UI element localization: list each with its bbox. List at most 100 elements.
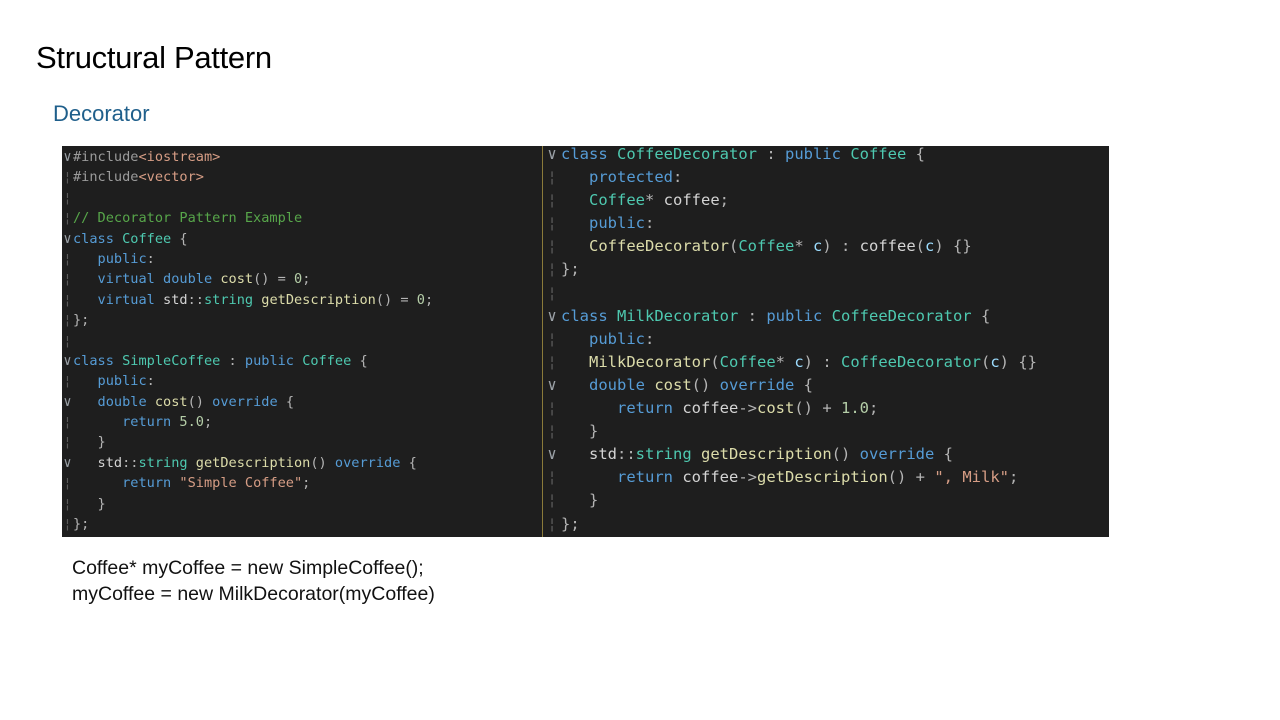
code-token: }; (73, 312, 90, 329)
code-token: Coffee (850, 146, 907, 163)
code-token: <iostream> (138, 149, 221, 165)
code-token: ) {} (999, 352, 1037, 371)
code-token: ; (302, 475, 311, 492)
indent-guide: ¦ (547, 352, 557, 371)
code-token: string (138, 454, 196, 471)
code-line: ¦ (62, 331, 542, 351)
code-token: { (277, 393, 295, 410)
code-token: Coffee (719, 352, 776, 371)
indent-guide: ¦ (63, 291, 72, 308)
code-token: public (766, 306, 832, 325)
code-line: ¦ virtual std::string getDescription() =… (62, 290, 542, 310)
code-token: { (400, 454, 417, 471)
code-line: ∨ std::string getDescription() override … (543, 443, 1109, 466)
code-line: ¦ return coffee->getDescription() + ", M… (543, 466, 1109, 489)
chevron-down-icon[interactable]: ∨ (62, 229, 73, 249)
code-token: }; (73, 516, 90, 533)
indent-guide: ¦ (63, 373, 72, 390)
code-token: ( (915, 237, 926, 256)
chevron-down-icon[interactable]: ∨ (62, 351, 73, 371)
indent-guide: ¦ (63, 495, 72, 512)
code-line: ¦ } (62, 432, 542, 452)
code-token: public (244, 352, 303, 369)
code-token: public (784, 146, 851, 163)
code-line: ¦ public: (62, 371, 542, 391)
code-token: c (990, 352, 1000, 371)
code-token: #include (73, 169, 139, 186)
code-token: CoffeeDecorator (841, 352, 981, 371)
code-token: * (794, 237, 813, 256)
code-token: "Simple Coffee" (179, 475, 303, 492)
code-token: MilkDecorator (617, 306, 739, 325)
code-token: CoffeeDecorator (831, 306, 972, 325)
code-token: 1.0 (841, 399, 869, 418)
code-token: 5.0 (179, 414, 204, 431)
code-token: : (738, 306, 767, 325)
code-line: ∨#include<iostream> (62, 147, 542, 167)
code-line: ¦ } (543, 420, 1109, 443)
code-line: ¦ Coffee* coffee; (543, 189, 1109, 212)
code-line: ¦ virtual double cost() = 0; (62, 269, 542, 289)
chevron-down-icon[interactable]: ∨ (62, 147, 73, 167)
indent-guide: ¦ (63, 516, 72, 533)
indent-guide: ¦ (63, 434, 72, 451)
code-line: ∨ double cost() override { (543, 374, 1109, 397)
code-token: } (561, 491, 599, 510)
code-line: ¦ MilkDecorator(Coffee* c) : CoffeeDecor… (543, 351, 1109, 374)
chevron-down-icon[interactable]: ∨ (543, 374, 561, 397)
code-token: : (146, 373, 155, 390)
indent-guide: ¦ (547, 283, 557, 302)
code-token: override (212, 393, 278, 410)
code-token: c (813, 237, 823, 256)
code-line: ¦ return "Simple Coffee"; (62, 473, 542, 493)
chevron-down-icon[interactable]: ∨ (62, 453, 73, 473)
code-token: string (203, 291, 262, 308)
code-token: () (310, 454, 335, 471)
code-line: ¦// Decorator Pattern Example (62, 208, 542, 228)
code-token: class (73, 352, 123, 369)
indent-guide: ¦ (547, 260, 557, 279)
code-token: Coffee (302, 352, 352, 369)
code-token: cost (154, 393, 188, 410)
usage-snippet: Coffee* myCoffee = new SimpleCoffee(); m… (72, 555, 435, 607)
indent-guide: ¦ (547, 514, 557, 533)
code-token: override (859, 445, 935, 464)
code-token: return (561, 399, 683, 418)
code-token: () + (887, 468, 935, 487)
chevron-down-icon[interactable]: ∨ (543, 443, 561, 466)
code-token: ; (424, 291, 434, 308)
code-token: CoffeeDecorator (617, 146, 757, 163)
indent-guide: ¦ (547, 399, 557, 418)
code-token: () (187, 393, 213, 410)
code-token: * (775, 352, 795, 371)
code-token: coffee (682, 468, 739, 487)
chevron-down-icon[interactable]: ∨ (543, 305, 561, 328)
code-token: { (971, 306, 991, 325)
code-token: :: (122, 454, 139, 471)
code-token: 0 (416, 291, 425, 308)
code-token: class (561, 146, 617, 163)
code-line: ¦ protected: (543, 166, 1109, 189)
indent-guide: ¦ (547, 491, 557, 510)
code-token: Coffee (122, 230, 172, 247)
code-token: : (756, 146, 785, 163)
code-token: public (561, 329, 645, 348)
code-token: coffee (859, 237, 916, 256)
code-token: CoffeeDecorator (561, 237, 729, 256)
code-token: protected (561, 168, 673, 187)
code-token: ) {} (934, 237, 972, 256)
chevron-down-icon[interactable]: ∨ (62, 392, 73, 412)
code-token: ", Milk" (934, 468, 1009, 487)
code-line: ¦}; (543, 513, 1109, 536)
code-token: ; (203, 414, 213, 431)
code-line: ∨ class MilkDecorator : public CoffeeDeco… (543, 305, 1109, 328)
code-token: ; (302, 271, 311, 288)
code-token: public (73, 250, 147, 267)
code-token: double (73, 393, 155, 410)
code-token: () = (375, 291, 417, 308)
slide-title: Structural Pattern (36, 40, 272, 75)
chevron-down-icon[interactable]: ∨ (543, 146, 561, 166)
code-line: ¦}; (62, 310, 542, 330)
indent-guide: ¦ (63, 475, 72, 492)
indent-guide: ¦ (547, 191, 557, 210)
